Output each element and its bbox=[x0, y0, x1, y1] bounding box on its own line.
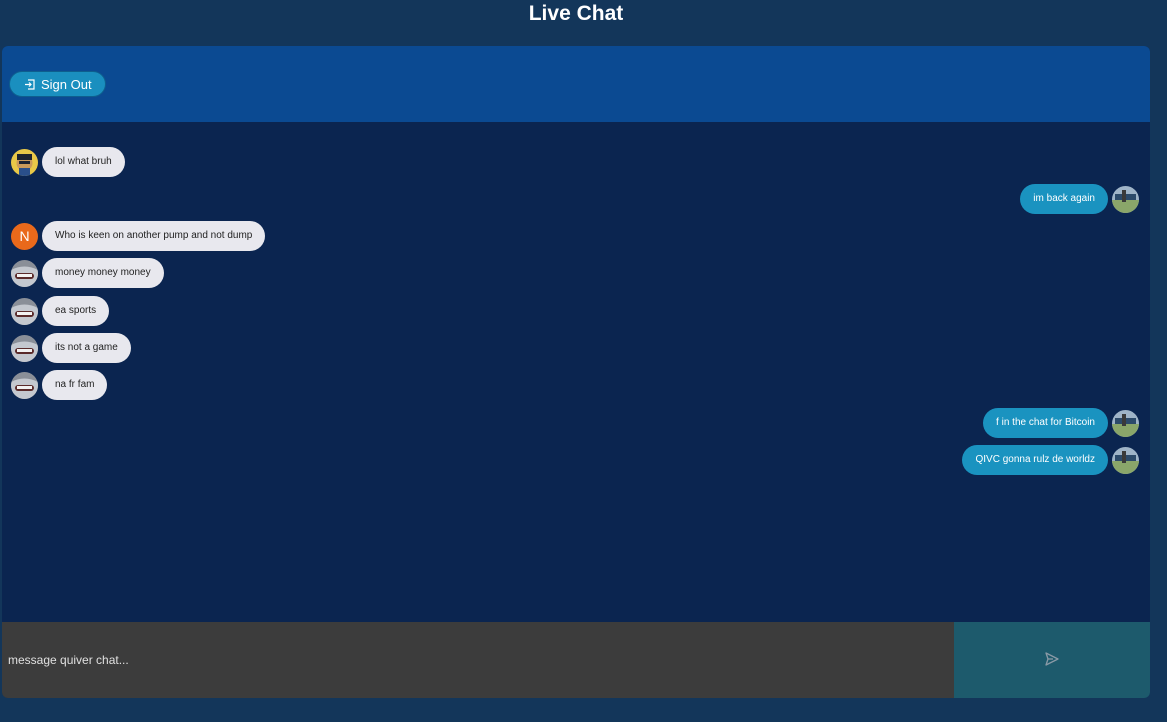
user-avatar bbox=[1112, 409, 1139, 437]
message-item: money money money bbox=[11, 258, 164, 288]
sign-out-icon bbox=[24, 78, 35, 90]
user-avatar bbox=[11, 148, 38, 176]
send-icon bbox=[1044, 651, 1060, 670]
message-bubble: f in the chat for Bitcoin bbox=[983, 408, 1108, 438]
user-avatar bbox=[11, 297, 38, 325]
message-item: its not a game bbox=[11, 333, 131, 363]
user-avatar bbox=[11, 259, 38, 287]
message-composer bbox=[2, 622, 1150, 698]
message-item: N Who is keen on another pump and not du… bbox=[11, 221, 266, 251]
message-item: na fr fam bbox=[11, 370, 108, 400]
message-item: QIVC gonna rulz de worldz bbox=[962, 445, 1139, 475]
sign-out-button[interactable]: Sign Out bbox=[9, 71, 106, 97]
message-bubble: lol what bruh bbox=[42, 147, 125, 177]
message-input[interactable] bbox=[2, 622, 954, 698]
user-avatar bbox=[11, 371, 38, 399]
message-bubble: ea sports bbox=[42, 296, 110, 326]
message-bubble: Who is keen on another pump and not dump bbox=[42, 221, 266, 251]
message-bubble: im back again bbox=[1020, 184, 1108, 214]
send-button[interactable] bbox=[954, 622, 1150, 698]
message-bubble: its not a game bbox=[42, 333, 131, 363]
message-list[interactable]: lol what bruh im back again N Who is kee… bbox=[2, 122, 1150, 622]
message-item: im back again bbox=[1020, 184, 1139, 214]
message-bubble: na fr fam bbox=[42, 370, 108, 400]
message-item: ea sports bbox=[11, 296, 110, 326]
chat-header: Sign Out bbox=[2, 46, 1150, 122]
message-bubble: money money money bbox=[42, 258, 164, 288]
page-title: Live Chat bbox=[528, 2, 624, 25]
user-avatar bbox=[1112, 446, 1139, 474]
user-avatar bbox=[11, 334, 38, 362]
message-item: f in the chat for Bitcoin bbox=[983, 408, 1139, 438]
chat-window: Sign Out lol what bruh im back again N W… bbox=[2, 46, 1150, 698]
user-avatar: N bbox=[11, 222, 38, 250]
user-avatar bbox=[1112, 185, 1139, 213]
message-item: lol what bruh bbox=[11, 147, 125, 177]
sign-out-label: Sign Out bbox=[41, 76, 92, 92]
message-bubble: QIVC gonna rulz de worldz bbox=[962, 445, 1108, 475]
